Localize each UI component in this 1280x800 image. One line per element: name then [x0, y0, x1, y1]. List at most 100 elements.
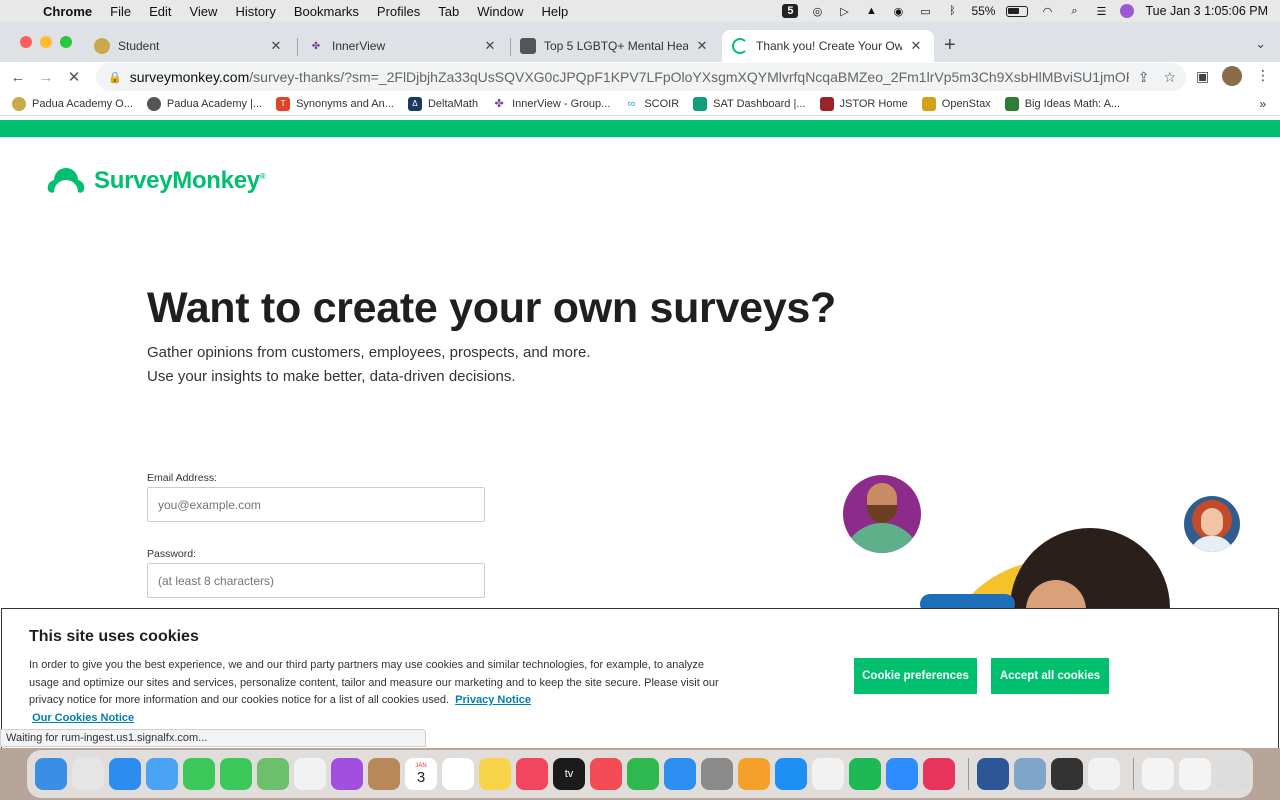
- padua-seal-icon: [12, 96, 26, 111]
- lock-icon[interactable]: 🔒: [108, 71, 122, 84]
- menubar-clock[interactable]: Tue Jan 3 1:05:06 PM: [1145, 4, 1268, 18]
- back-icon[interactable]: ←: [4, 69, 32, 86]
- tab-student[interactable]: Student ✕: [84, 30, 294, 62]
- keynote-icon[interactable]: [664, 758, 696, 790]
- surveymonkey-logo[interactable]: SurveyMonkey®: [44, 166, 266, 196]
- close-tab-icon[interactable]: ✕: [482, 38, 498, 54]
- menu-view[interactable]: View: [180, 4, 226, 19]
- spotify-icon[interactable]: [849, 758, 881, 790]
- tab-title: InnerView: [332, 39, 386, 53]
- messages-icon[interactable]: [220, 758, 252, 790]
- email-field[interactable]: [147, 487, 485, 522]
- cookie-title: This site uses cookies: [29, 628, 199, 645]
- bookmark-scoir[interactable]: ∞ SCOIR: [624, 97, 679, 111]
- menu-tab[interactable]: Tab: [429, 4, 468, 19]
- zoom-window-button[interactable]: [60, 36, 72, 48]
- bookmark-label: Padua Academy |...: [166, 97, 263, 110]
- accept-all-cookies-button[interactable]: Accept all cookies: [991, 658, 1109, 694]
- pages-icon[interactable]: [738, 758, 770, 790]
- preview-icon[interactable]: [1014, 758, 1046, 790]
- close-tab-icon[interactable]: ✕: [268, 38, 284, 54]
- app-store-icon[interactable]: [775, 758, 807, 790]
- new-tab-icon[interactable]: +: [944, 34, 956, 57]
- wifi-icon[interactable]: ◠: [1039, 4, 1055, 18]
- side-panel-icon[interactable]: ▣: [1196, 68, 1209, 85]
- address-bar[interactable]: 🔒 surveymonkey.com /survey-thanks/?sm=_2…: [96, 63, 1186, 91]
- launchpad-icon[interactable]: [72, 758, 104, 790]
- maps-icon[interactable]: [257, 758, 289, 790]
- document-icon[interactable]: [1142, 758, 1174, 790]
- word-icon[interactable]: [977, 758, 1009, 790]
- news-icon[interactable]: [590, 758, 622, 790]
- privacy-notice-link[interactable]: Privacy Notice: [455, 694, 531, 706]
- menu-history[interactable]: History: [226, 4, 284, 19]
- numbers-icon[interactable]: [627, 758, 659, 790]
- contacts-icon[interactable]: [368, 758, 400, 790]
- airdrop-icon[interactable]: ◉: [890, 4, 906, 18]
- more-bookmarks-icon[interactable]: »: [1259, 97, 1266, 111]
- bookmark-openstax[interactable]: OpenStax: [921, 96, 991, 111]
- tv-icon[interactable]: tv: [553, 758, 585, 790]
- menu-bookmarks[interactable]: Bookmarks: [285, 4, 368, 19]
- bookmark-deltamath[interactable]: Δ DeltaMath: [407, 96, 478, 111]
- podcasts-icon[interactable]: [331, 758, 363, 790]
- bookmark-jstor[interactable]: JSTOR Home: [819, 96, 908, 111]
- bookmark-star-icon[interactable]: ☆: [1163, 69, 1176, 86]
- bookmark-big-ideas-math[interactable]: Big Ideas Math: A...: [1004, 96, 1120, 111]
- document-2-icon[interactable]: [1179, 758, 1211, 790]
- close-window-button[interactable]: [20, 36, 32, 48]
- play-icon[interactable]: ▷: [836, 4, 852, 18]
- music-icon[interactable]: [516, 758, 548, 790]
- spotlight-icon[interactable]: ⌕: [1066, 4, 1082, 18]
- finder-icon[interactable]: [35, 758, 67, 790]
- cookie-preferences-button[interactable]: Cookie preferences: [854, 658, 977, 694]
- chrome-2-icon[interactable]: [1088, 758, 1120, 790]
- bluetooth-icon[interactable]: ᛒ: [944, 4, 960, 18]
- tab-surveymonkey[interactable]: Thank you! Create Your Own O ✕: [722, 30, 934, 62]
- photos-icon[interactable]: [294, 758, 326, 790]
- trash-icon[interactable]: [1216, 758, 1248, 790]
- safari-icon[interactable]: [109, 758, 141, 790]
- five-icon[interactable]: 5: [782, 4, 799, 18]
- bookmark-padua-academy-o[interactable]: Padua Academy O...: [12, 96, 133, 111]
- tab-lgbtq-article[interactable]: Top 5 LGBTQ+ Mental Health C ✕: [510, 30, 720, 62]
- minimize-window-button[interactable]: [40, 36, 52, 48]
- menu-app[interactable]: Chrome: [34, 4, 101, 19]
- display-icon[interactable]: ▭: [917, 4, 933, 18]
- creative-cloud-icon[interactable]: ◎: [809, 4, 825, 18]
- chrome-icon[interactable]: [812, 758, 844, 790]
- menu-edit[interactable]: Edit: [140, 4, 180, 19]
- menu-help[interactable]: Help: [533, 4, 578, 19]
- system-preferences-icon[interactable]: [701, 758, 733, 790]
- menu-window[interactable]: Window: [468, 4, 532, 19]
- calendar-icon[interactable]: JAN 3: [405, 758, 437, 790]
- profile-avatar[interactable]: [1222, 66, 1242, 86]
- creative-cloud-icon[interactable]: [923, 758, 955, 790]
- tab-innerview[interactable]: ✤ InnerView ✕: [298, 30, 508, 62]
- close-tab-icon[interactable]: ✕: [694, 38, 710, 54]
- menu-profiles[interactable]: Profiles: [368, 4, 429, 19]
- bookmark-sat-dashboard[interactable]: SAT Dashboard |...: [693, 96, 806, 111]
- siri-icon[interactable]: [1120, 4, 1135, 18]
- facetime-icon[interactable]: [183, 758, 215, 790]
- reminders-icon[interactable]: [442, 758, 474, 790]
- bookmark-padua-academy[interactable]: Padua Academy |...: [146, 96, 263, 111]
- menu-file[interactable]: File: [101, 4, 140, 19]
- tab-search-chevron-icon[interactable]: ⌄: [1255, 36, 1266, 52]
- battery-icon[interactable]: [1006, 5, 1029, 17]
- share-icon[interactable]: ⇪: [1138, 69, 1150, 86]
- mail-icon[interactable]: [146, 758, 178, 790]
- forward-icon[interactable]: →: [32, 69, 60, 86]
- cookies-notice-link[interactable]: Our Cookies Notice: [32, 712, 134, 724]
- graduation-cap-icon[interactable]: ▲: [863, 4, 879, 18]
- chrome-menu-icon[interactable]: ⋮: [1256, 67, 1270, 84]
- close-tab-icon[interactable]: ✕: [908, 38, 924, 54]
- password-field[interactable]: [147, 563, 485, 598]
- zoom-icon[interactable]: [886, 758, 918, 790]
- bookmark-innerview[interactable]: ✤ InnerView - Group...: [492, 97, 610, 111]
- quicktime-icon[interactable]: [1051, 758, 1083, 790]
- bookmark-synonyms[interactable]: T Synonyms and An...: [276, 96, 394, 111]
- notes-icon[interactable]: [479, 758, 511, 790]
- stop-loading-icon[interactable]: ✕: [60, 68, 88, 86]
- control-center-icon[interactable]: ☰: [1093, 4, 1109, 18]
